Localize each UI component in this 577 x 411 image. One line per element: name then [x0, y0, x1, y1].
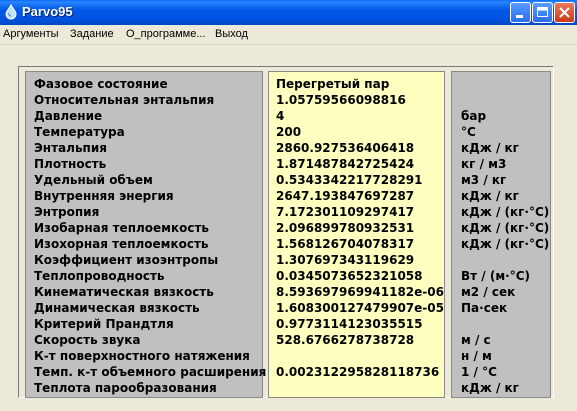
- minimize-icon: [516, 15, 523, 18]
- property-value: Перегретый пар: [276, 77, 390, 91]
- close-icon: [559, 7, 570, 18]
- property-value: 7.172301109297417: [276, 205, 415, 219]
- property-name: Относительная энтальпия: [34, 93, 215, 107]
- property-name: Кинематическая вязкость: [34, 285, 214, 299]
- property-values-column: Перегретый пар 1.05759566098816 4 200 2860.9…: [268, 71, 445, 398]
- property-unit: °C: [461, 125, 476, 139]
- menu-arguments[interactable]: Аргументы: [3, 27, 59, 41]
- property-unit: кДж / кг: [461, 141, 519, 155]
- property-name: Изохорная теплоемкость: [34, 237, 209, 251]
- property-value: 1.568126704078317: [276, 237, 415, 251]
- property-name: Фазовое состояние: [34, 77, 168, 91]
- property-unit: бар: [461, 109, 487, 123]
- property-name: Изобарная теплоемкость: [34, 221, 210, 235]
- property-name: Плотность: [34, 157, 107, 171]
- app-window: Parvo95 Аргументы Задание О_программе...…: [0, 0, 577, 411]
- property-unit: м3 / кг: [461, 173, 507, 187]
- property-unit: 1 / °C: [461, 365, 497, 379]
- property-name: Давление: [34, 109, 103, 123]
- property-name: Коэффициент изоэнтропы: [34, 253, 219, 267]
- property-value: 8.593697969941182e-06: [276, 285, 444, 299]
- window-title: Parvo95: [22, 4, 73, 19]
- property-value: 1.871487842725424: [276, 157, 415, 171]
- property-name: К-т поверхностного натяжения: [34, 349, 250, 363]
- property-name: Темп. к-т объемного расширения: [34, 365, 267, 379]
- menu-exit[interactable]: Выход: [215, 27, 248, 41]
- menu-task[interactable]: Задание: [70, 27, 114, 41]
- property-names-column: Фазовое состояние Относительная энтальпия…: [25, 71, 267, 398]
- property-unit: м / с: [461, 333, 491, 347]
- property-unit: Па·сек: [461, 301, 508, 315]
- title-bar[interactable]: Parvo95: [0, 0, 577, 25]
- maximize-icon: [537, 7, 548, 17]
- property-unit: м2 / сек: [461, 285, 516, 299]
- property-name: Критерий Прандтля: [34, 317, 174, 331]
- property-value: 2.096899780932531: [276, 221, 415, 235]
- property-name: Температура: [34, 125, 125, 139]
- minimize-button[interactable]: [510, 2, 531, 23]
- property-unit: кДж / (кг·°C): [461, 221, 550, 235]
- menu-bar: Аргументы Задание О_программе... Выход: [0, 25, 577, 45]
- property-name: Внутренняя энергия: [34, 189, 174, 203]
- property-units-column: бар °C кДж / кг кг / м3 м3 / кг кДж / кг кДж /…: [451, 71, 551, 398]
- property-name: Удельный объем: [34, 173, 153, 187]
- property-unit: кг / м3: [461, 157, 507, 171]
- property-unit: кДж / кг: [461, 381, 519, 395]
- property-name: Теплота парообразования: [34, 381, 217, 395]
- property-value: 1.307697343119629: [276, 253, 415, 267]
- property-value: 2860.927536406418: [276, 141, 415, 155]
- property-value: 0.9773114123035515: [276, 317, 423, 331]
- property-unit: н / м: [461, 349, 492, 363]
- property-value: 0.0345073652321058: [276, 269, 423, 283]
- property-value: 528.6766278738728: [276, 333, 415, 347]
- property-unit: кДж / (кг·°C): [461, 237, 550, 251]
- water-drop-icon: [5, 4, 17, 20]
- property-unit: Вт / (м·°C): [461, 269, 530, 283]
- property-name: Теплопроводность: [34, 269, 165, 283]
- property-unit: кДж / кг: [461, 189, 519, 203]
- menu-about[interactable]: О_программе...: [126, 27, 206, 41]
- property-name: Энтальпия: [34, 141, 107, 155]
- maximize-button[interactable]: [532, 2, 553, 23]
- property-value: 2647.193847697287: [276, 189, 415, 203]
- property-value: 0.002312295828118736: [276, 365, 440, 379]
- property-name: Скорость звука: [34, 333, 141, 347]
- property-value: 4: [276, 109, 285, 123]
- property-value: 200: [276, 125, 302, 139]
- close-button[interactable]: [554, 2, 575, 23]
- property-unit: кДж / (кг·°C): [461, 205, 550, 219]
- property-value: 1.608300127479907e-05: [276, 301, 444, 315]
- property-name: Динамическая вязкость: [34, 301, 200, 315]
- property-name: Энтропия: [34, 205, 100, 219]
- property-value: 1.05759566098816: [276, 93, 406, 107]
- property-value: 0.5343342217728291: [276, 173, 423, 187]
